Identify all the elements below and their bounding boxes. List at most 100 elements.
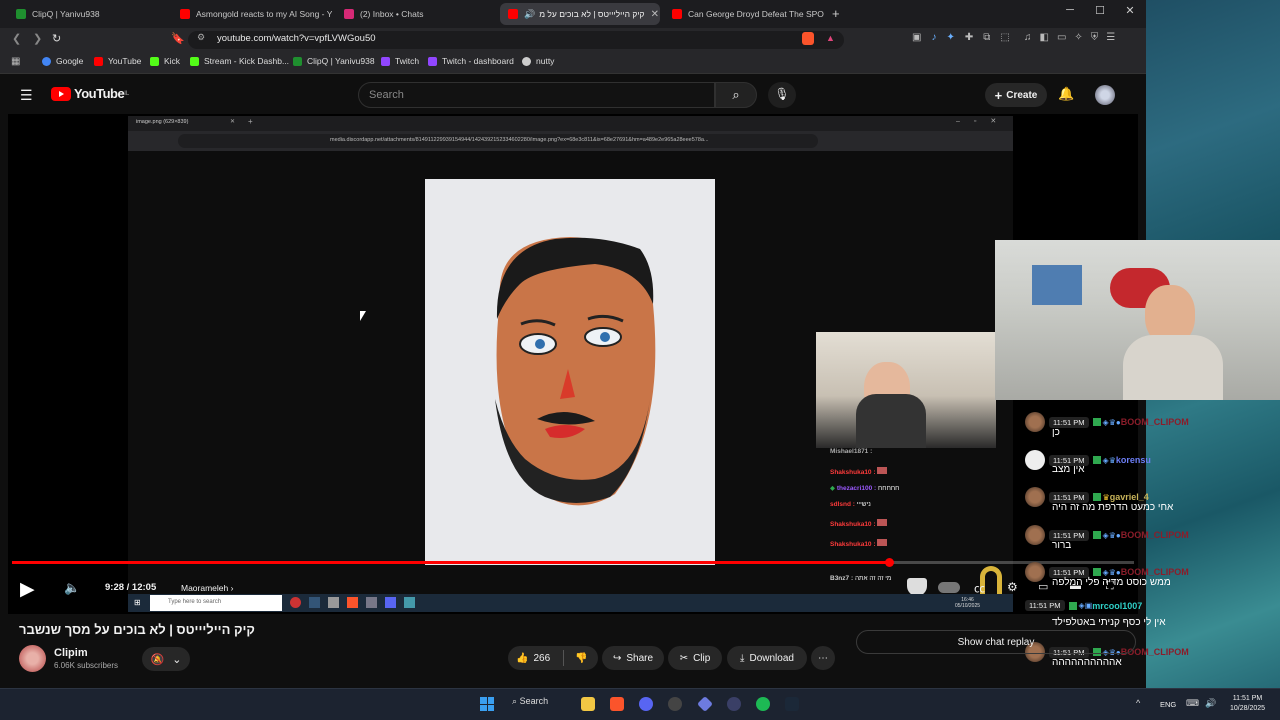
search-input[interactable]: Search bbox=[358, 82, 715, 108]
inner-window-controls: –▫✕ bbox=[956, 118, 1011, 125]
chapter-title[interactable]: Maorameleh › bbox=[181, 583, 233, 593]
like-button[interactable]: 👍 266 bbox=[516, 653, 550, 664]
forward-icon[interactable]: ❯ bbox=[33, 32, 42, 45]
leo-icon[interactable]: ✧ bbox=[1074, 32, 1082, 43]
app-icon bbox=[366, 597, 377, 608]
volume-icon: 🔊 bbox=[1205, 698, 1217, 708]
search-button[interactable]: ⌕ bbox=[715, 82, 757, 108]
app-icon bbox=[404, 597, 415, 608]
extension-icon[interactable]: ▣ bbox=[912, 32, 921, 43]
show-chat-replay-button[interactable]: Show chat replay bbox=[856, 630, 1136, 654]
emote-icon bbox=[877, 539, 888, 546]
bookmark-kick-dashboard[interactable]: Stream - Kick Dashb... bbox=[190, 56, 289, 66]
close-window-icon[interactable]: ✕ bbox=[1120, 4, 1140, 17]
language-indicator[interactable]: ENG bbox=[1160, 700, 1176, 709]
sidebar-icon[interactable]: ◧ bbox=[1040, 32, 1049, 43]
badge-icon: ◈♛ bbox=[1102, 455, 1116, 465]
share-icon: ↪ bbox=[612, 652, 622, 664]
stream-chat-row: sdlsnd : נישייי bbox=[830, 501, 871, 508]
bookmark-youtube[interactable]: YouTube bbox=[94, 56, 141, 66]
dislike-button[interactable]: 👎 bbox=[575, 653, 587, 664]
inner-windows-start-icon: ⊞ bbox=[134, 598, 141, 607]
subscribed-notifications-button[interactable]: 🔕 ⌄ bbox=[142, 647, 190, 671]
extension-icon[interactable]: ✦ bbox=[946, 32, 954, 43]
system-tray-icons[interactable]: ⌨ 🔊 bbox=[1186, 698, 1216, 709]
settings-gear-icon[interactable]: ⚙ bbox=[1007, 580, 1018, 594]
music-icon[interactable]: ♫ bbox=[1024, 32, 1032, 43]
share-button[interactable]: ↪ Share bbox=[602, 646, 664, 670]
spotify-icon[interactable] bbox=[756, 697, 770, 711]
inner-url-text: media.discordapp.net/attachments/8149112… bbox=[330, 137, 709, 143]
app-icon bbox=[309, 597, 320, 608]
obs-icon[interactable] bbox=[668, 697, 682, 711]
clip-button[interactable]: ✂ Clip bbox=[668, 646, 722, 670]
create-button[interactable]: + Create bbox=[985, 83, 1047, 107]
extension-icon[interactable]: ♪ bbox=[931, 32, 936, 43]
tray-chevron-icon[interactable]: ^ bbox=[1136, 698, 1140, 708]
bookmark-twitch-dashboard[interactable]: Twitch - dashboard bbox=[428, 56, 514, 66]
speaker-icon[interactable]: 🔊 bbox=[524, 9, 535, 20]
discord-icon[interactable] bbox=[639, 697, 653, 711]
thumbs-up-icon: 👍 bbox=[516, 652, 529, 664]
tab-active-video[interactable]: 🔊 קיק הייליייטס | לא בוכים על מ ✕ bbox=[500, 3, 660, 25]
autoplay-toggle[interactable] bbox=[938, 582, 960, 593]
new-tab-button[interactable]: + bbox=[832, 6, 840, 21]
menu-icon[interactable]: ☰ bbox=[1106, 32, 1115, 43]
voice-search-button[interactable]: 🎙 bbox=[768, 82, 796, 108]
wallet-icon[interactable]: ▭ bbox=[1057, 32, 1066, 43]
bookmark-twitch[interactable]: Twitch bbox=[381, 56, 419, 66]
reload-icon[interactable]: ↻ bbox=[52, 32, 61, 45]
windows-start-icon[interactable] bbox=[480, 697, 494, 711]
badge-icon bbox=[1092, 568, 1101, 576]
clipq-icon bbox=[293, 56, 302, 66]
bookmark-clipq[interactable]: ClipQ | Yanivu938 bbox=[293, 56, 375, 66]
apps-grid-icon[interactable]: ▦ bbox=[11, 56, 20, 67]
tab-clipq[interactable]: ClipQ | Yanivu938 bbox=[8, 3, 168, 25]
file-explorer-icon[interactable] bbox=[581, 697, 595, 711]
volume-icon[interactable]: 🔈 bbox=[64, 580, 80, 596]
vpn-icon[interactable]: ⛨ bbox=[1091, 32, 1099, 43]
extension-icon[interactable]: ⧉ bbox=[983, 32, 990, 43]
extension-icon[interactable]: ⬚ bbox=[1000, 32, 1009, 43]
microphone-icon: 🎙 bbox=[774, 87, 790, 101]
bookmark-icon[interactable]: 🔖 bbox=[171, 32, 185, 45]
download-icon: ⤓ bbox=[740, 652, 745, 664]
steam-icon[interactable] bbox=[785, 697, 799, 711]
hamburger-menu-icon[interactable]: ☰ bbox=[20, 87, 33, 104]
notifications-bell-icon[interactable]: 🔔 bbox=[1058, 86, 1074, 102]
brave-rewards-icon[interactable]: ▲ bbox=[826, 33, 835, 43]
puzzle-icon[interactable]: ✚ bbox=[965, 32, 973, 43]
close-tab-icon[interactable]: ✕ bbox=[645, 9, 659, 20]
tab-george-droyd[interactable]: Can George Droyd Defeat The SPOO bbox=[664, 3, 824, 25]
chat-message-text: ממש כוסט מדיה פלי המלפה bbox=[1052, 577, 1171, 588]
minimize-icon[interactable]: ─ bbox=[1060, 4, 1080, 16]
emote-icon bbox=[877, 467, 888, 474]
badge-icon bbox=[1092, 456, 1101, 464]
gaming-chair bbox=[856, 394, 926, 448]
taskbar-search-button[interactable]: ⌕ Search bbox=[512, 696, 548, 707]
download-button[interactable]: ⤓ Download bbox=[727, 646, 807, 670]
youtube-logo[interactable]: YouTube IL bbox=[51, 86, 129, 101]
tab-inbox[interactable]: (2) Inbox • Chats bbox=[336, 3, 496, 25]
bookmark-google[interactable]: Google bbox=[42, 56, 83, 66]
brave-icon[interactable] bbox=[610, 697, 624, 711]
taskbar-clock[interactable]: 11:51 PM 10/28/2025 bbox=[1230, 694, 1265, 714]
chat-message-text: אחי כמעט הדרפת מה זה היה bbox=[1052, 502, 1174, 513]
back-icon[interactable]: ❮ bbox=[12, 32, 21, 45]
streamer-webcam-right bbox=[995, 240, 1280, 400]
play-button[interactable]: ▶ bbox=[20, 578, 35, 601]
chat-message: 11:51 PM ◈▣ mrcool1007 bbox=[1025, 600, 1142, 611]
bookmark-kick[interactable]: Kick bbox=[150, 56, 180, 66]
brave-shield-icon[interactable] bbox=[802, 32, 814, 45]
badge-icon bbox=[1092, 493, 1101, 501]
app-icon[interactable] bbox=[727, 697, 741, 711]
user-avatar[interactable] bbox=[1095, 85, 1115, 105]
more-actions-button[interactable]: ⋯ bbox=[811, 646, 835, 670]
site-info-icon[interactable]: ⚙ bbox=[197, 32, 205, 43]
extensions-toolbar: ▣ ♪ ✦ ✚ ⧉ ⬚ bbox=[912, 32, 1010, 43]
tab-asmongold[interactable]: Asmongold reacts to my AI Song - Yo bbox=[172, 3, 332, 25]
channel-avatar[interactable] bbox=[19, 645, 46, 672]
channel-name[interactable]: Clipim bbox=[54, 647, 88, 659]
maximize-icon[interactable]: ☐ bbox=[1090, 4, 1110, 17]
bookmark-nutty[interactable]: nutty bbox=[522, 56, 554, 66]
